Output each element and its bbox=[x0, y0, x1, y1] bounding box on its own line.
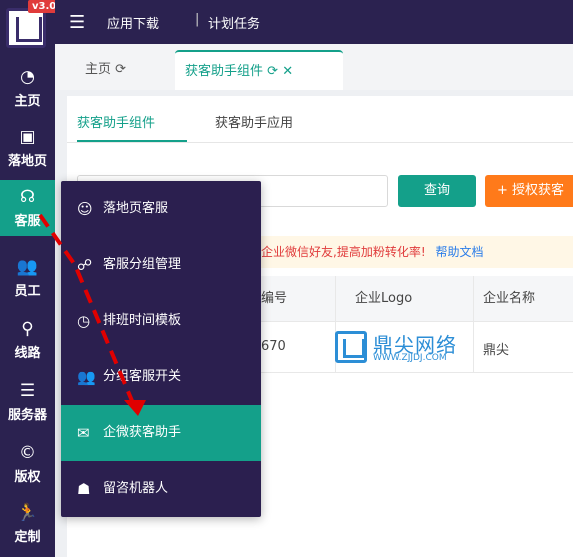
submenu-item-schedule-template[interactable]: ◷ 排班时间模板 bbox=[61, 293, 261, 349]
tab-lead-assistant-widget[interactable]: 获客助手组件 ⟳ ✕ bbox=[175, 50, 343, 90]
submenu-item-landing-agent[interactable]: ☺ 落地页客服 bbox=[61, 181, 261, 237]
sidebar-item-label: 版权 bbox=[14, 470, 41, 485]
cell-company-name: 鼎尖 bbox=[483, 343, 510, 358]
monitor-icon: ▣ bbox=[19, 127, 36, 147]
cell-id: 670 bbox=[261, 339, 286, 354]
wechat-icon: ✉ bbox=[77, 424, 90, 442]
subtab-app[interactable]: 获客助手应用 bbox=[215, 112, 293, 131]
run-icon: 🏃 bbox=[16, 503, 39, 523]
submenu-item-label: 留咨机器人 bbox=[103, 481, 169, 496]
column-header-logo: 企业Logo bbox=[355, 291, 413, 306]
sidebar-item-label: 线路 bbox=[14, 346, 41, 361]
sidebar-item-customer-service[interactable]: ☊ 客服 bbox=[0, 180, 55, 236]
company-logo-url: WWW.ZJJDJ.COM bbox=[373, 353, 447, 363]
notice-text: /企业微信好友,提高加粉转化率! bbox=[257, 245, 426, 259]
customer-service-submenu: ☺ 落地页客服 ☍ 客服分组管理 ◷ 排班时间模板 👥 分组客服开关 ✉ 企微获… bbox=[61, 181, 261, 517]
sidebar-item-label: 客服 bbox=[14, 214, 41, 229]
users-icon: 👥 bbox=[16, 257, 39, 277]
menu-collapse-icon[interactable]: ☰ bbox=[69, 12, 85, 33]
android-icon: ☗ bbox=[77, 480, 91, 498]
refresh-icon[interactable]: ⟳ bbox=[267, 64, 278, 79]
submenu-item-group-management[interactable]: ☍ 客服分组管理 bbox=[61, 237, 261, 293]
dashboard-icon: ◔ bbox=[20, 67, 35, 87]
group-users-icon: 👥 bbox=[77, 368, 96, 386]
sidebar-item-label: 主页 bbox=[14, 94, 41, 109]
submenu-item-label: 落地页客服 bbox=[103, 201, 169, 216]
authorize-button[interactable]: + 授权获客 bbox=[485, 175, 573, 207]
sidebar-item-home[interactable]: ◔ 主页 bbox=[0, 60, 55, 116]
copyright-icon: © bbox=[19, 443, 36, 463]
submenu-item-bot[interactable]: ☗ 留咨机器人 bbox=[61, 461, 261, 517]
submenu-item-group-switch[interactable]: 👥 分组客服开关 bbox=[61, 349, 261, 405]
company-logo: 鼎尖网络 WWW.ZJJDJ.COM bbox=[335, 329, 463, 367]
clock-icon: ◷ bbox=[77, 312, 91, 330]
agent-icon: ☺ bbox=[77, 200, 93, 218]
scheduled-tasks-link[interactable]: 计划任务 bbox=[208, 13, 260, 32]
topbar-separator: | bbox=[195, 12, 200, 27]
top-bar: ☰ 应用下载 | 计划任务 bbox=[55, 0, 573, 44]
server-icon: ☰ bbox=[19, 381, 36, 401]
column-header-id: 编号 bbox=[261, 291, 288, 306]
submenu-item-label: 分组客服开关 bbox=[103, 369, 182, 384]
headset-icon: ☊ bbox=[19, 187, 36, 207]
tab-home-label: 主页 bbox=[85, 62, 112, 77]
tabs-bar: 主页 ⟳ 获客助手组件 ⟳ ✕ bbox=[55, 44, 573, 90]
sidebar-item-label: 服务器 bbox=[7, 408, 47, 423]
sidebar-item-label: 定制 bbox=[14, 530, 41, 545]
app-download-link[interactable]: 应用下载 bbox=[107, 13, 159, 32]
sidebar-item-staff[interactable]: 👥 员工 bbox=[0, 250, 55, 306]
logo-mark-icon bbox=[6, 8, 46, 48]
left-sidebar: v3.0.24 ◔ 主页 ▣ 落地页 ☊ 客服 👥 员工 ⚲ 线路 ☰ 服务器 … bbox=[0, 0, 78, 557]
query-button[interactable]: 查询 bbox=[398, 175, 476, 207]
help-doc-link[interactable]: 帮助文档 bbox=[436, 245, 484, 259]
subtab-widget[interactable]: 获客助手组件 bbox=[77, 112, 155, 131]
refresh-icon[interactable]: ⟳ bbox=[115, 62, 126, 77]
sidebar-item-routes[interactable]: ⚲ 线路 bbox=[0, 312, 55, 368]
submenu-item-wecom-assistant[interactable]: ✉ 企微获客助手 bbox=[61, 405, 261, 461]
submenu-item-label: 排班时间模板 bbox=[103, 313, 182, 328]
sidebar-item-label: 落地页 bbox=[7, 154, 47, 169]
tab-home[interactable]: 主页 ⟳ bbox=[75, 50, 136, 90]
sidebar-item-landing-page[interactable]: ▣ 落地页 bbox=[0, 120, 55, 176]
column-header-name: 企业名称 bbox=[483, 291, 536, 306]
route-icon: ⚲ bbox=[21, 319, 34, 339]
subtab-divider bbox=[67, 142, 573, 143]
group-chat-icon: ☍ bbox=[77, 256, 93, 274]
sidebar-item-copyright[interactable]: © 版权 bbox=[0, 436, 55, 492]
sidebar-item-custom[interactable]: 🏃 定制 bbox=[0, 496, 55, 552]
sidebar-item-servers[interactable]: ☰ 服务器 bbox=[0, 374, 55, 430]
tab-active-label: 获客助手组件 bbox=[185, 64, 264, 79]
app-logo[interactable]: v3.0.24 bbox=[0, 0, 78, 52]
sidebar-item-label: 员工 bbox=[14, 284, 41, 299]
submenu-item-label: 企微获客助手 bbox=[103, 425, 182, 440]
company-logo-mark-icon bbox=[335, 331, 367, 363]
close-icon[interactable]: ✕ bbox=[282, 64, 293, 79]
submenu-item-label: 客服分组管理 bbox=[103, 257, 182, 272]
